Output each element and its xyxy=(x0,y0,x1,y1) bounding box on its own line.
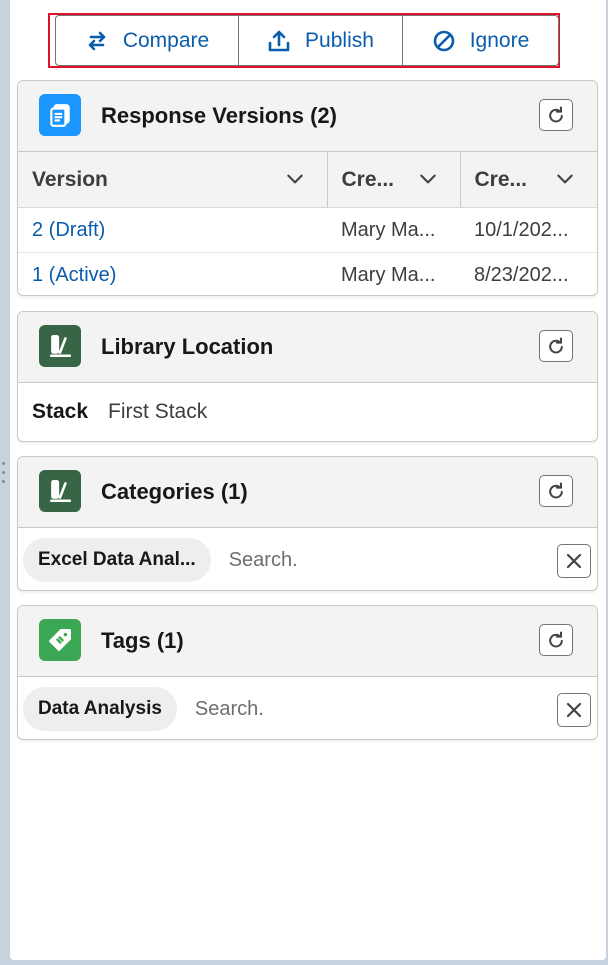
ignore-label: Ignore xyxy=(469,28,530,52)
chevron-down-icon[interactable] xyxy=(285,169,305,189)
resize-handle[interactable] xyxy=(2,462,6,489)
stack-field: Stack First Stack xyxy=(18,383,597,441)
close-icon xyxy=(566,553,582,569)
categories-search-input[interactable]: Search. xyxy=(229,549,298,572)
version-link[interactable]: 2 (Draft) xyxy=(32,219,105,241)
version-link[interactable]: 1 (Active) xyxy=(32,264,116,286)
stack-value: First Stack xyxy=(108,400,208,423)
column-header-created-date[interactable]: Cre... xyxy=(459,152,597,208)
response-versions-card: Response Versions (2) Version Cre... Cre… xyxy=(17,80,598,296)
upload-icon xyxy=(268,30,290,51)
created-date-cell: 8/23/202... xyxy=(460,252,597,295)
column-header-version[interactable]: Version xyxy=(18,152,327,208)
tags-card: Tags (1) Data Analysis Search. xyxy=(17,605,598,740)
stack-label: Stack xyxy=(32,400,89,423)
library-location-card: Library Location Stack First Stack xyxy=(17,311,598,442)
tags-picker: Data Analysis Search. xyxy=(18,677,597,739)
response-versions-header: Response Versions (2) xyxy=(18,81,597,152)
refresh-icon xyxy=(549,631,563,648)
created-by-cell: Mary Ma... xyxy=(327,207,460,253)
created-date-cell: 10/1/202... xyxy=(460,207,597,253)
categories-refresh-button[interactable] xyxy=(539,475,573,507)
response-versions-title: Response Versions (2) xyxy=(101,103,337,128)
library-location-refresh-button[interactable] xyxy=(539,330,573,362)
response-versions-refresh-button[interactable] xyxy=(539,99,573,131)
swap-arrows-icon xyxy=(88,31,106,50)
publish-label: Publish xyxy=(305,28,374,52)
compare-label: Compare xyxy=(122,28,210,52)
refresh-icon xyxy=(549,106,563,123)
refresh-icon xyxy=(549,482,563,499)
categories-title: Categories (1) xyxy=(101,479,248,504)
close-icon xyxy=(566,702,582,718)
refresh-icon xyxy=(549,337,563,354)
category-pill[interactable]: Excel Data Anal... xyxy=(23,538,211,582)
categories-card: Categories (1) Excel Data Anal... Search… xyxy=(17,456,598,591)
tags-header: Tags (1) xyxy=(18,606,597,677)
categories-picker: Excel Data Anal... Search. xyxy=(18,528,597,590)
chevron-down-icon[interactable] xyxy=(555,169,575,189)
library-icon xyxy=(39,325,81,367)
tag-icon xyxy=(39,619,81,661)
versions-icon xyxy=(39,94,81,136)
tags-search-input[interactable]: Search. xyxy=(195,698,264,721)
categories-icon xyxy=(39,470,81,512)
table-row: 2 (Draft) Mary Ma... 10/1/202... xyxy=(18,207,597,253)
table-row: 1 (Active) Mary Ma... 8/23/202... xyxy=(18,252,597,295)
versions-table-header: Version Cre... Cre... xyxy=(18,152,597,208)
compare-button[interactable]: Compare xyxy=(56,16,238,65)
chevron-down-icon[interactable] xyxy=(418,169,438,189)
ignore-button[interactable]: Ignore xyxy=(402,16,558,65)
library-location-title: Library Location xyxy=(101,334,274,359)
categories-header: Categories (1) xyxy=(18,457,597,528)
versions-table: Version Cre... Cre... 2 (Draft) Mary Ma.… xyxy=(18,152,597,295)
library-location-header: Library Location xyxy=(18,312,597,383)
column-header-created-by[interactable]: Cre... xyxy=(326,152,460,208)
tag-pill[interactable]: Data Analysis xyxy=(23,687,177,731)
tags-clear-button[interactable] xyxy=(557,693,591,727)
publish-button[interactable]: Publish xyxy=(238,16,402,65)
created-by-cell: Mary Ma... xyxy=(327,252,460,295)
action-button-group: Compare Publish Ignore xyxy=(55,15,559,66)
tags-title: Tags (1) xyxy=(101,628,184,653)
block-icon xyxy=(433,30,455,51)
tags-refresh-button[interactable] xyxy=(539,624,573,656)
categories-clear-button[interactable] xyxy=(557,544,591,578)
